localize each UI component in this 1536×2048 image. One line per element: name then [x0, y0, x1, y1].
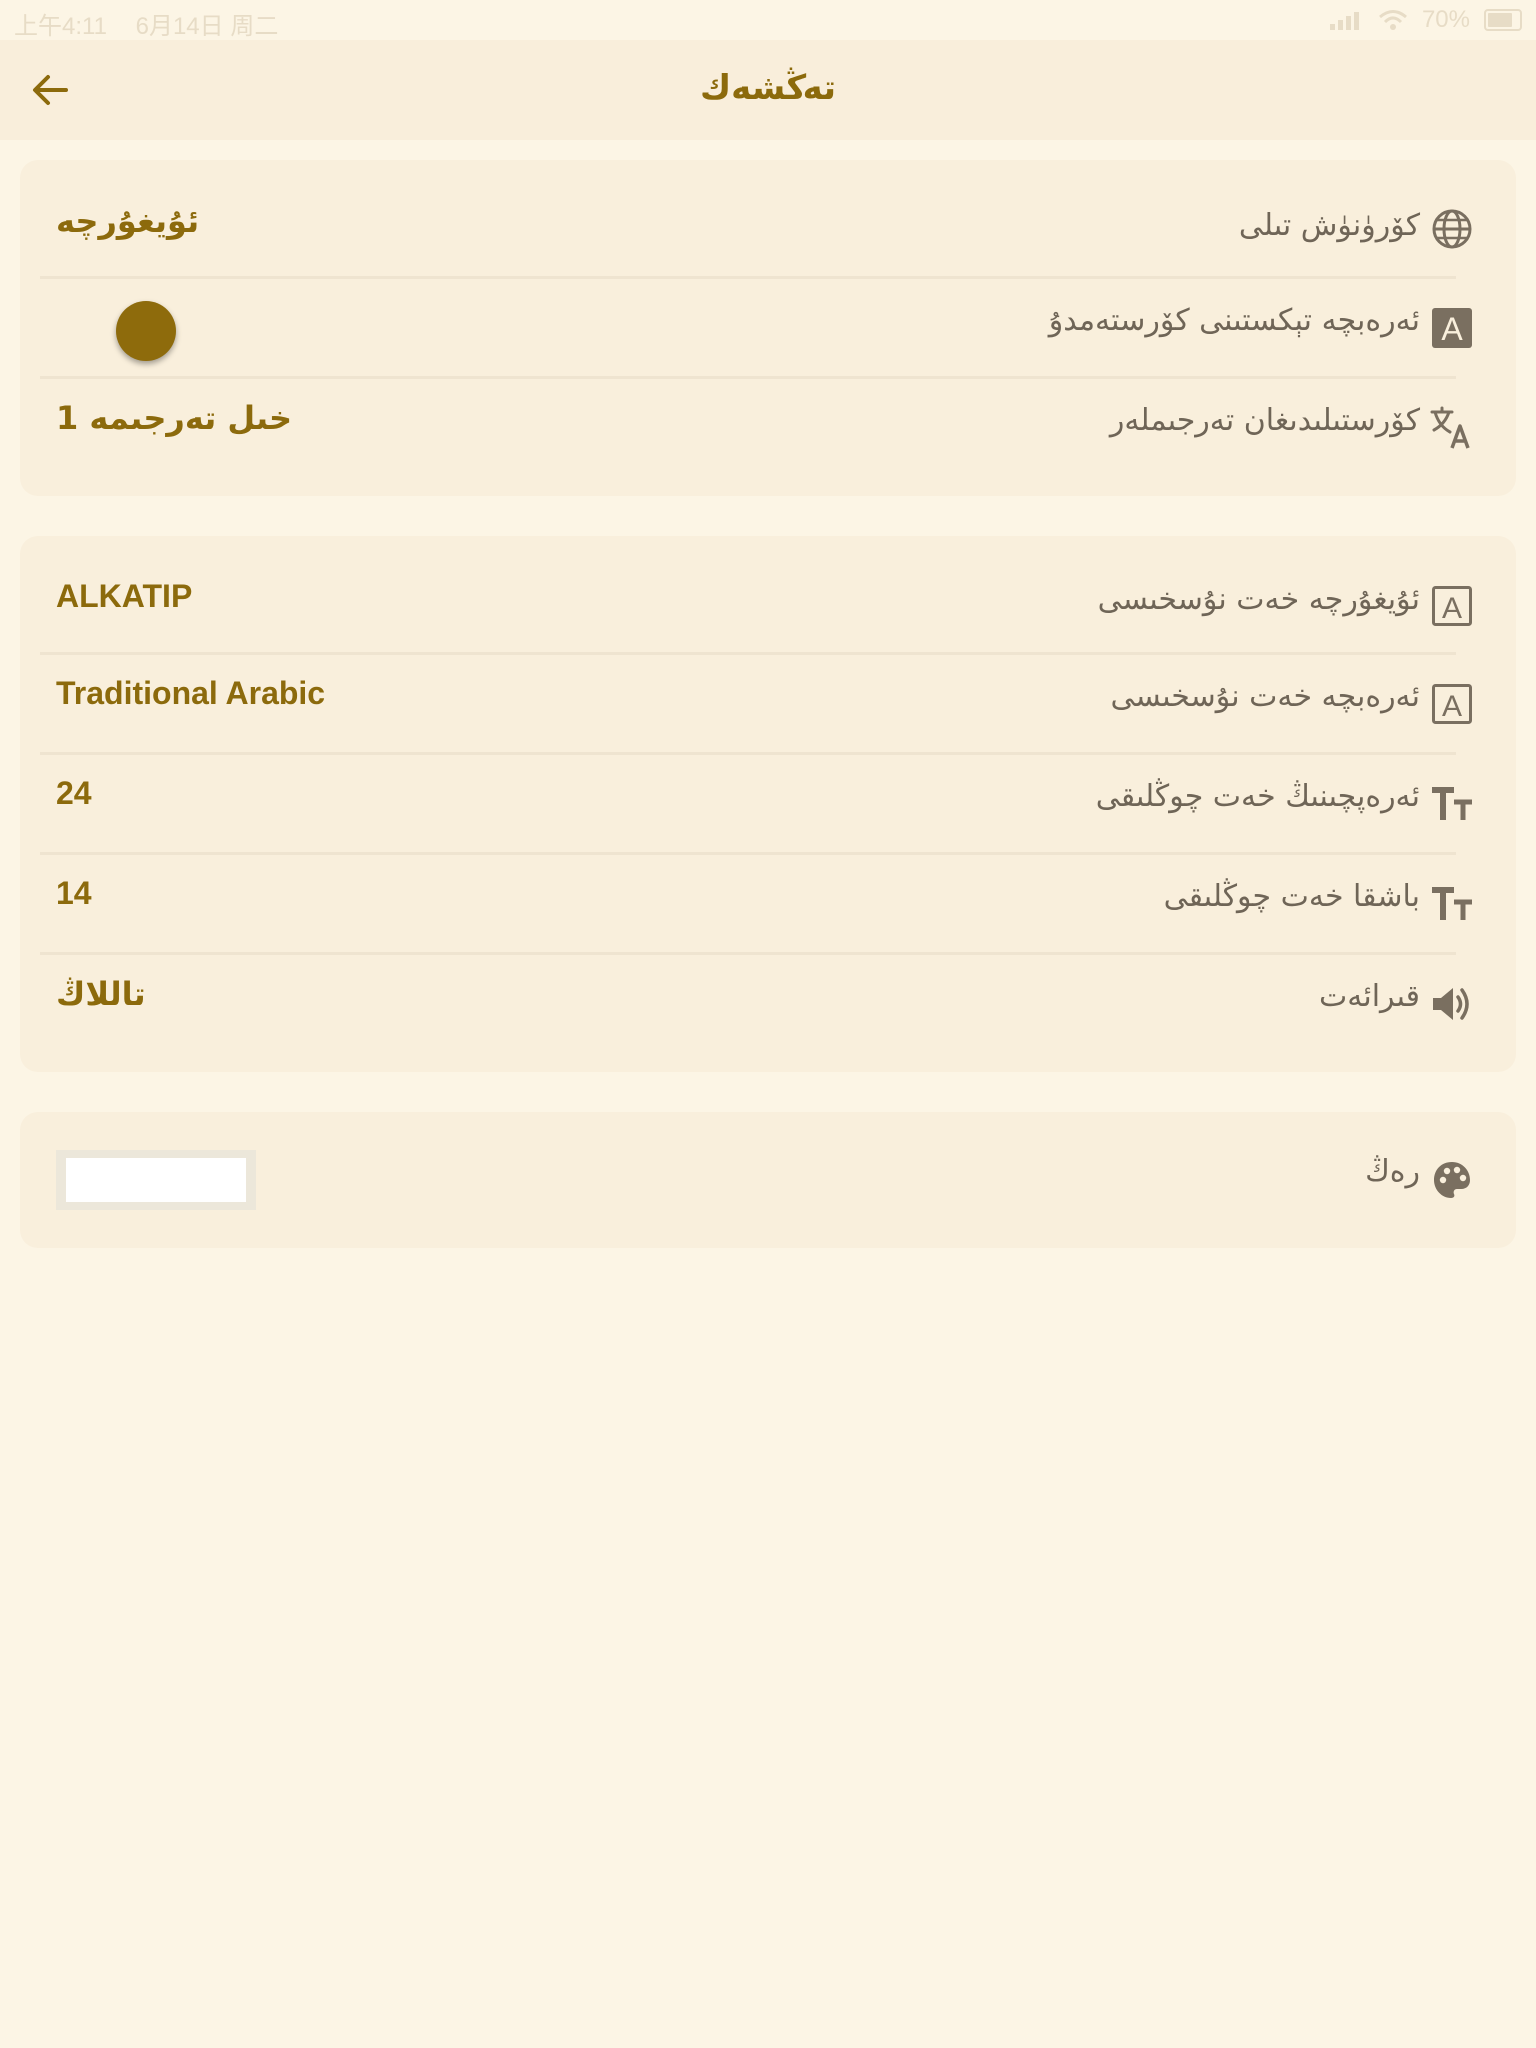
palette-icon	[1430, 1158, 1474, 1202]
app-bar: تەڭشەك	[0, 40, 1536, 140]
setting-value: Traditional Arabic	[56, 675, 326, 711]
setting-value: ALKATIP	[56, 578, 193, 614]
setting-row-uyghur-font[interactable]: A ئۇيغۇرچە خەت نۇسخىسى ALKATIP	[20, 554, 1516, 652]
setting-label: كۆرستىلىدىغان تەرجىملەر	[1109, 403, 1420, 438]
settings-card-color: رەڭ	[20, 1112, 1516, 1248]
setting-value: 14	[56, 875, 92, 911]
battery-percent: 70%	[1421, 6, 1470, 33]
setting-label: ئەرەبچە تېكستىنى كۆرستەمدۇ	[1048, 303, 1420, 338]
setting-row-recitation[interactable]: قىرائەت تاللاڭ	[20, 955, 1516, 1053]
page-title: تەڭشەك	[700, 68, 836, 108]
status-time: 上午4:11	[14, 13, 107, 40]
svg-text:A: A	[1442, 592, 1462, 625]
show-arabic-toggle[interactable]	[116, 301, 176, 361]
translate-icon	[1430, 406, 1474, 450]
settings-card-language: كۆرۈنۈش تىلى ئۇيغۇرچە A ئەرەبچە تېكستىنى…	[20, 160, 1516, 496]
setting-label: ئۇيغۇرچە خەت نۇسخىسى	[1097, 582, 1420, 617]
settings-card-fonts: A ئۇيغۇرچە خەت نۇسخىسى ALKATIP A ئەرەبچە…	[20, 536, 1516, 1072]
setting-value: 1 خىل تەرجىمە	[56, 399, 293, 437]
color-swatch[interactable]	[56, 1150, 256, 1210]
setting-label: كۆرۈنۈش تىلى	[1238, 208, 1420, 243]
speaker-icon	[1430, 982, 1474, 1026]
color-swatch-fill	[66, 1158, 246, 1202]
setting-value: 24	[56, 775, 92, 811]
setting-row-translations[interactable]: كۆرستىلىدىغان تەرجىملەر 1 خىل تەرجىمە	[20, 379, 1516, 477]
setting-label: ئەرەبچە خەت نۇسخىسى	[1110, 679, 1420, 714]
text-size-icon	[1430, 782, 1474, 826]
setting-row-arabic-font[interactable]: A ئەرەبچە خەت نۇسخىسى Traditional Arabic	[20, 655, 1516, 753]
setting-value: تاللاڭ	[56, 975, 146, 1013]
setting-row-display-language[interactable]: كۆرۈنۈش تىلى ئۇيغۇرچە	[20, 180, 1516, 278]
setting-label: قىرائەت	[1319, 979, 1420, 1014]
setting-row-arabic-font-size[interactable]: ئەرەپچىنىڭ خەت چوڭلىقى 24	[20, 755, 1516, 853]
setting-value: ئۇيغۇرچە	[56, 202, 200, 240]
svg-text:A: A	[1442, 690, 1462, 723]
letter-a-outline-icon: A	[1430, 584, 1474, 628]
battery-icon	[1484, 9, 1522, 31]
wifi-icon	[1378, 10, 1407, 30]
letter-a-icon: A	[1430, 306, 1474, 350]
globe-icon	[1430, 207, 1474, 251]
letter-a-outline-icon: A	[1430, 682, 1474, 726]
setting-row-color[interactable]: رەڭ	[20, 1112, 1516, 1248]
setting-row-other-font-size[interactable]: باشقا خەت چوڭلىقى 14	[20, 855, 1516, 953]
status-bar: 上午4:11 6月14日 周二 70%	[0, 0, 1536, 40]
setting-label: ئەرەپچىنىڭ خەت چوڭلىقى	[1095, 779, 1420, 814]
svg-text:A: A	[1441, 311, 1463, 347]
setting-row-show-arabic[interactable]: A ئەرەبچە تېكستىنى كۆرستەمدۇ	[20, 279, 1516, 377]
setting-label: باشقا خەت چوڭلىقى	[1163, 879, 1420, 914]
text-size-icon	[1430, 882, 1474, 926]
status-date: 6月14日 周二	[135, 13, 279, 40]
setting-label: رەڭ	[1365, 1154, 1420, 1189]
signal-icon	[1329, 12, 1359, 30]
